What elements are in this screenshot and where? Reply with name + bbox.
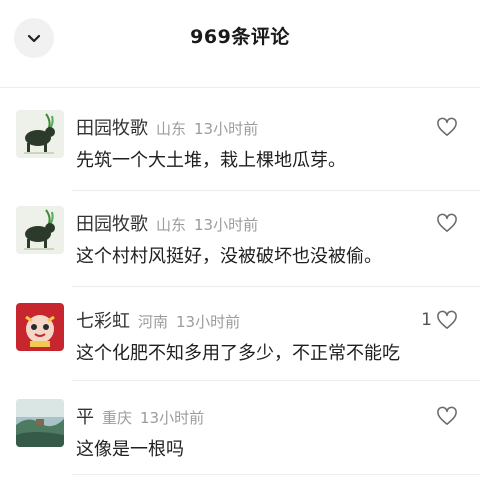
comment-time: 13小时前: [194, 216, 259, 234]
comment-divider: [72, 190, 480, 191]
comment-username[interactable]: 平: [76, 403, 94, 429]
like-count: 1: [421, 310, 432, 330]
comment-meta: 田园牧歌 山东 13小时前: [76, 114, 258, 140]
heart-icon: [437, 213, 457, 232]
comment-meta: 七彩虹 河南 13小时前: [76, 307, 240, 333]
comment-divider: [72, 380, 480, 381]
cattle-painting-avatar: [16, 110, 64, 158]
comment-divider: [72, 286, 480, 287]
comments-count-title: 969条评论: [190, 26, 290, 48]
avatar[interactable]: [16, 206, 64, 254]
comment-item: 田园牧歌 山东 13小时前 这个村村风挺好，没被破坏也没被偷。: [0, 196, 480, 286]
heart-icon: [437, 310, 457, 329]
comment-meta: 田园牧歌 山东 13小时前: [76, 210, 258, 236]
comment-item: 平 重庆 13小时前 这像是一根吗: [0, 389, 480, 479]
comment-location: 山东: [156, 216, 187, 234]
like-button[interactable]: [432, 406, 458, 426]
like-button[interactable]: [432, 117, 458, 137]
comment-username[interactable]: 七彩虹: [76, 307, 130, 333]
comment-time: 13小时前: [194, 120, 259, 138]
comment-time: 13小时前: [140, 409, 205, 427]
avatar[interactable]: [16, 303, 64, 351]
comments-header: 969条评论: [0, 0, 480, 76]
avatar[interactable]: [16, 399, 64, 447]
comment-username[interactable]: 田园牧歌: [76, 210, 148, 236]
comment-divider: [72, 474, 480, 475]
comment-item: 七彩虹 河南 13小时前 这个化肥不知多用了多少，不正常不能吃 1: [0, 293, 480, 383]
comment-time: 13小时前: [176, 313, 241, 331]
cattle-painting-avatar: [16, 206, 64, 254]
comment-username[interactable]: 田园牧歌: [76, 114, 148, 140]
comment-text[interactable]: 这个村村风挺好，没被破坏也没被偷。: [76, 242, 382, 268]
red-cartoon-avatar: [16, 303, 64, 351]
comment-item: 田园牧歌 山东 13小时前 先筑一个大土堆，栽上棵地瓜芽。: [0, 100, 480, 190]
comment-text[interactable]: 先筑一个大土堆，栽上棵地瓜芽。: [76, 146, 346, 172]
comment-text[interactable]: 这像是一根吗: [76, 435, 184, 461]
comment-location: 河南: [138, 313, 169, 331]
comment-meta: 平 重庆 13小时前: [76, 403, 204, 429]
heart-icon: [437, 406, 457, 425]
landscape-avatar: [16, 399, 64, 447]
like-button[interactable]: [432, 213, 458, 233]
comment-text[interactable]: 这个化肥不知多用了多少，不正常不能吃: [76, 339, 400, 365]
comment-location: 重庆: [102, 409, 133, 427]
comment-location: 山东: [156, 120, 187, 138]
like-button[interactable]: 1: [421, 310, 458, 330]
header-divider: [0, 87, 480, 88]
avatar[interactable]: [16, 110, 64, 158]
heart-icon: [437, 117, 457, 136]
